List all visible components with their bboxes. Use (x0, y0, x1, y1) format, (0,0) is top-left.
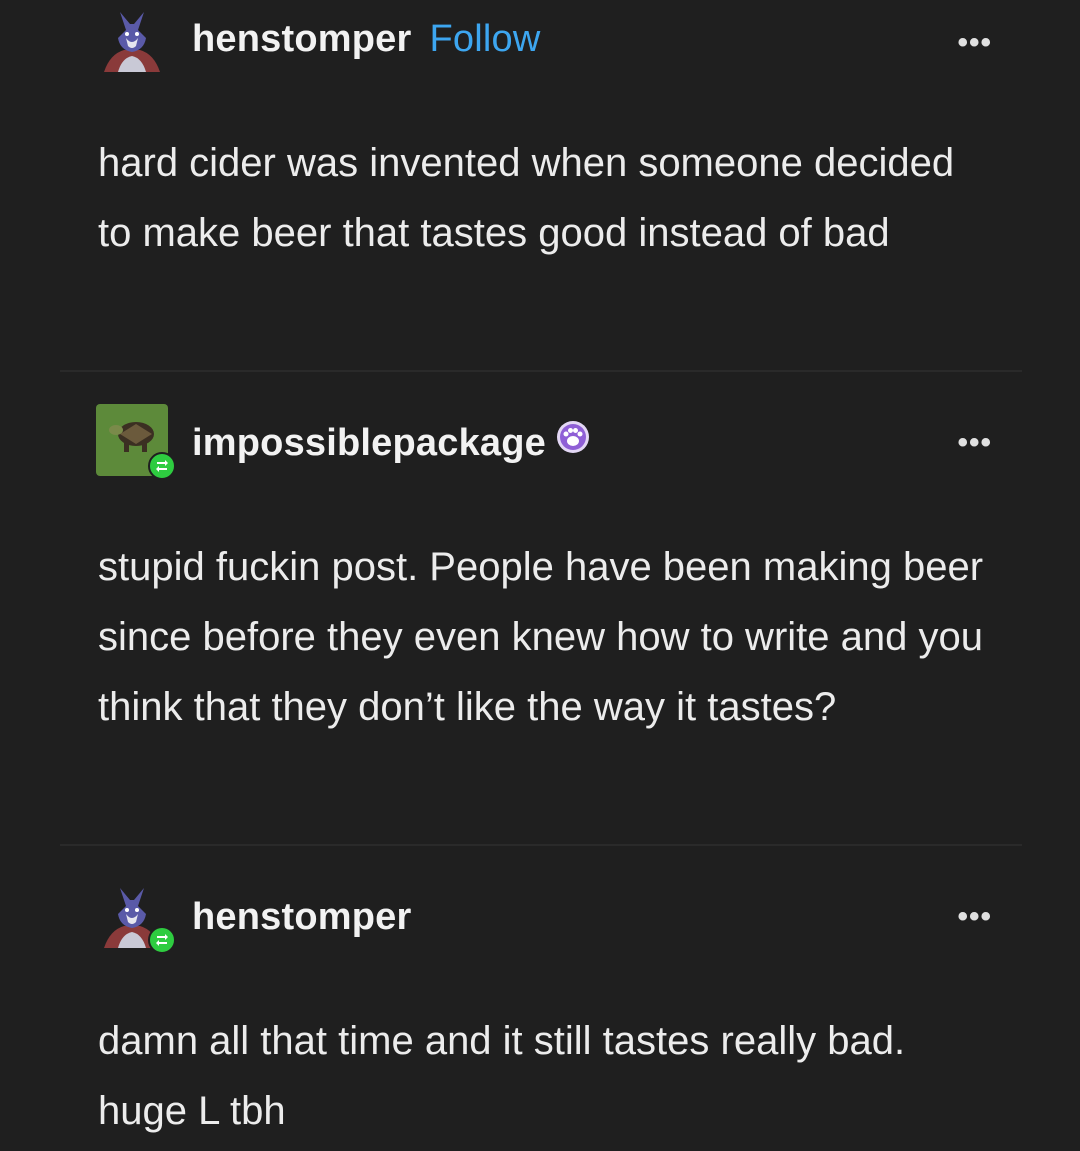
paw-badge-icon (556, 420, 590, 464)
post-username[interactable]: impossiblepackage (192, 420, 590, 465)
divider (60, 370, 1022, 372)
divider (60, 844, 1022, 846)
username-text[interactable]: henstomper (192, 896, 411, 938)
more-options-icon[interactable]: ••• (957, 26, 992, 60)
more-options-icon[interactable]: ••• (957, 426, 992, 460)
post-body: stupid fuckin post. People have been mak… (98, 545, 984, 729)
reblog-icon (148, 926, 176, 954)
fox-character-avatar[interactable] (96, 2, 168, 74)
post-header: impossiblepackage ••• (96, 404, 996, 484)
post-header: henstomper Follow ••• (96, 2, 996, 82)
reblog-icon (148, 452, 176, 480)
more-options-icon[interactable]: ••• (957, 900, 992, 934)
username-text[interactable]: henstomper (192, 18, 411, 60)
follow-button[interactable]: Follow (429, 18, 540, 60)
username-text[interactable]: impossiblepackage (192, 422, 546, 464)
post-username[interactable]: henstomper Follow (192, 18, 541, 61)
post-body: damn all that time and it still tastes r… (98, 1019, 906, 1133)
post-username[interactable]: henstomper (192, 896, 411, 939)
post-body: hard cider was invented when someone dec… (98, 141, 955, 255)
post-header: henstomper ••• (96, 878, 996, 958)
